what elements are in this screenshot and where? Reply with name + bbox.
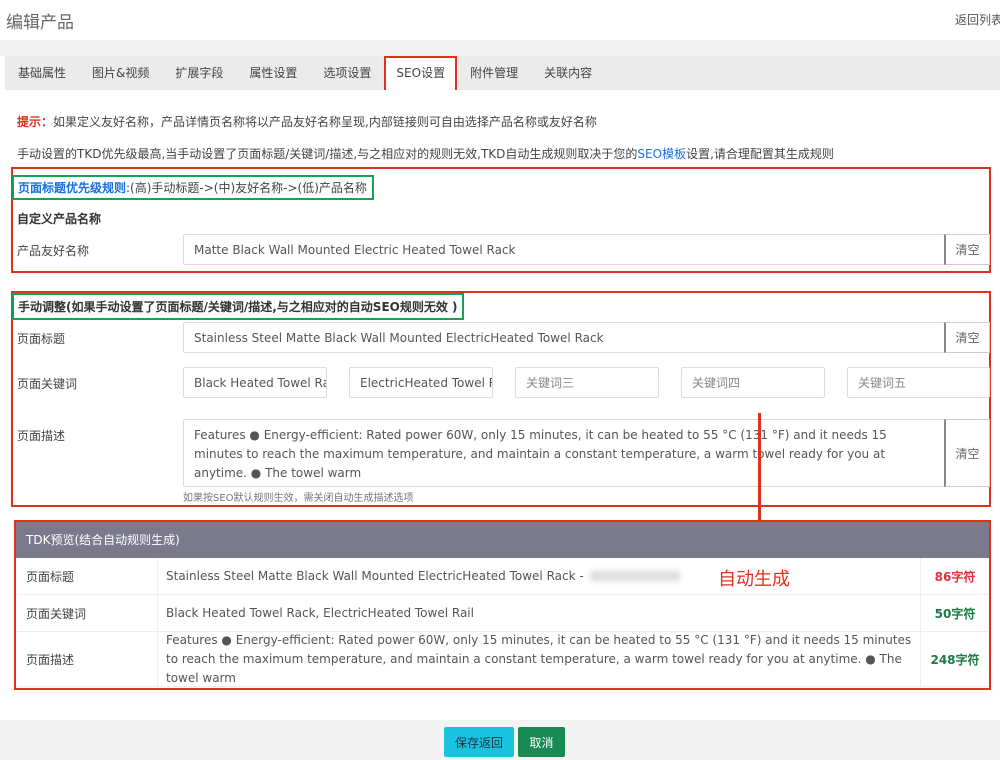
description-clear-button[interactable]: 清空 (944, 419, 990, 487)
tab-extended-fields[interactable]: 扩展字段 (162, 56, 236, 90)
table-row: 页面标题 Stainless Steel Matte Black Wall Mo… (16, 558, 989, 595)
tab-basic[interactable]: 基础属性 (5, 56, 79, 90)
tab-bar: 基础属性 图片&视频 扩展字段 属性设置 选项设置 SEO设置 附件管理 关联内… (5, 56, 1000, 90)
page-title-label: 页面标题 (17, 332, 66, 346)
preview-title-value: Stainless Steel Matte Black Wall Mounted… (166, 568, 584, 583)
tip-line: 提示：如果定义友好名称，产品详情页名称将以产品友好名称呈现,内部链接则可自由选择… (17, 113, 597, 130)
preview-count: 248字符 (930, 652, 980, 667)
keyword-input-5[interactable]: 关键词五 (847, 367, 990, 398)
auto-generate-annotation: 自动生成 (718, 569, 790, 590)
preview-label: 页面标题 (16, 558, 158, 594)
header-band (0, 40, 1000, 56)
preview-label: 页面关键词 (16, 595, 158, 631)
description-label: 页面描述 (17, 429, 66, 443)
manual-adjust-heading: 手动调整(如果手动设置了页面标题/关键词/描述,与之相应对的自动SEO规则无效 … (12, 293, 464, 320)
tab-media[interactable]: 图片&视频 (79, 56, 162, 90)
preview-value: Stainless Steel Matte Black Wall Mounted… (158, 558, 921, 594)
table-row: 页面描述 Features ● Energy-efficient: Rated … (16, 632, 989, 687)
tab-attachments[interactable]: 附件管理 (457, 56, 531, 90)
tab-seo[interactable]: SEO设置 (384, 56, 458, 90)
tab-related[interactable]: 关联内容 (531, 56, 605, 90)
tkd-hint-text-end: 设置,请合理配置其生成规则 (686, 147, 834, 161)
keyword-input-4[interactable]: 关键词四 (681, 367, 825, 398)
preview-value: Black Heated Towel Rack, ElectricHeated … (158, 595, 921, 631)
friendly-name-label: 产品友好名称 (17, 244, 90, 258)
priority-rule-label: 页面标题优先级规则 (18, 181, 127, 195)
preview-label: 页面描述 (16, 632, 158, 686)
preview-count: 86字符 (934, 569, 976, 584)
tkd-hint-text: 手动设置的TKD优先级最高,当手动设置了页面标题/关键词/描述,与之相应对的规则… (17, 147, 638, 161)
page-title-clear-button[interactable]: 清空 (944, 322, 990, 353)
blurred-site-name (589, 571, 680, 581)
tip-label: 提示： (17, 115, 54, 129)
cancel-button[interactable]: 取消 (518, 727, 565, 757)
friendly-name-clear-button[interactable]: 清空 (944, 234, 990, 265)
description-textarea[interactable]: Features ● Energy-efficient: Rated power… (183, 419, 945, 487)
keywords-label: 页面关键词 (17, 377, 78, 391)
seo-template-link[interactable]: SEO模板 (637, 147, 686, 161)
tab-options[interactable]: 选项设置 (310, 56, 384, 90)
priority-rule: 页面标题优先级规则:(高)手动标题->(中)友好名称->(低)产品名称 (12, 175, 374, 200)
preview-count: 50字符 (934, 606, 976, 621)
save-return-button[interactable]: 保存返回 (444, 727, 514, 757)
tkd-hint: 手动设置的TKD优先级最高,当手动设置了页面标题/关键词/描述,与之相应对的规则… (17, 145, 834, 162)
friendly-name-input[interactable]: Matte Black Wall Mounted Electric Heated… (183, 234, 945, 265)
keyword-input-1[interactable]: Black Heated Towel Rack (183, 367, 327, 398)
tip-text: 如果定义友好名称，产品详情页名称将以产品友好名称呈现,内部链接则可自由选择产品名… (53, 115, 597, 129)
page-title-input[interactable]: Stainless Steel Matte Black Wall Mounted… (183, 322, 945, 353)
priority-rule-text: :(高)手动标题->(中)友好名称->(低)产品名称 (126, 181, 367, 195)
keyword-input-2[interactable]: ElectricHeated Towel Rail (349, 367, 493, 398)
tdk-preview-heading: TDK预览(结合自动规则生成) (16, 522, 989, 558)
description-hint: 如果按SEO默认规则生效，需关闭自动生成描述选项 (183, 493, 414, 504)
page-title: 编辑产品 (6, 13, 74, 33)
table-row: 页面关键词 Black Heated Towel Rack, ElectricH… (16, 595, 989, 632)
preview-value: Features ● Energy-efficient: Rated power… (158, 632, 921, 686)
tab-attributes[interactable]: 属性设置 (236, 56, 310, 90)
back-to-list-link[interactable]: 返回列表 (955, 11, 1000, 28)
keyword-input-3[interactable]: 关键词三 (515, 367, 659, 398)
custom-name-heading: 自定义产品名称 (17, 212, 102, 226)
